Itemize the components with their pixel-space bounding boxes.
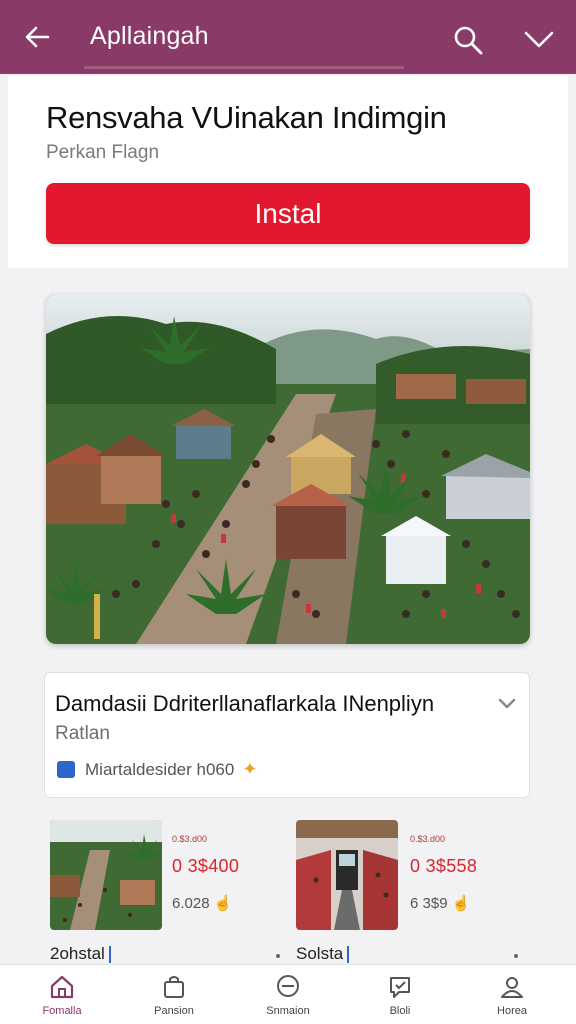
- bottom-navigation: Fomalla Pansion Snmaion Bloli Horea: [0, 964, 576, 1024]
- item-price: 0 3$400: [172, 856, 240, 876]
- profile-icon: [501, 977, 523, 998]
- nav-item-pansion[interactable]: Pansion: [124, 973, 224, 1023]
- app-info-card[interactable]: Damdasii Ddriterllanaflarkala INenpliyn …: [44, 672, 530, 798]
- info-subtitle: Ratlan: [55, 723, 110, 744]
- nav-item-horea[interactable]: Horea: [462, 973, 562, 1023]
- separator-dot: [514, 954, 518, 958]
- nav-label: Horea: [497, 1005, 527, 1017]
- nav-label: Fomalla: [42, 1005, 82, 1017]
- app-name: Rensvaha VUinakan Indimgin: [46, 100, 447, 135]
- publisher-name[interactable]: Perkan Flagn: [46, 142, 159, 164]
- app-header-card: Rensvaha VUinakan Indimgin Perkan Flagn …: [8, 76, 568, 268]
- item-thumbnail: [296, 820, 398, 930]
- nav-item-snmaion[interactable]: Snmaion: [238, 973, 338, 1023]
- nav-item-bloli[interactable]: Bloli: [350, 973, 450, 1023]
- item-thumbnail: [50, 820, 162, 930]
- expand-chevron-icon[interactable]: [497, 697, 517, 711]
- item-count: 6.028 ☝: [172, 895, 233, 912]
- nav-label: Bloli: [389, 1005, 411, 1017]
- hero-screenshot-image[interactable]: [46, 294, 530, 644]
- separator-dot: [276, 954, 280, 958]
- village-market-illustration: [46, 294, 530, 644]
- rating-badge-icon: [57, 761, 75, 778]
- nav-label: Pansion: [154, 1005, 194, 1017]
- install-button[interactable]: Instal: [46, 183, 530, 244]
- chevron-down-icon[interactable]: [522, 24, 556, 54]
- list-item[interactable]: 0.$3.d00 0 3$400 6.028 ☝ 2ohstal: [50, 820, 290, 964]
- nav-label: Snmaion: [266, 1005, 310, 1017]
- item-price: 0 3$558: [410, 856, 478, 876]
- clap-icon: ✦: [242, 759, 258, 779]
- chat-icon: [277, 975, 299, 997]
- clap-icon: ☝: [213, 895, 233, 912]
- item-price-small: 0.$3.d00: [410, 834, 446, 844]
- message-icon: [390, 977, 410, 998]
- bag-icon: [164, 976, 184, 998]
- nav-item-home[interactable]: Fomalla: [12, 973, 112, 1023]
- item-caption: Solsta: [296, 944, 350, 964]
- clap-icon: ☝: [451, 895, 471, 912]
- app-bar-title: Apllaingah: [90, 22, 209, 50]
- list-item[interactable]: 0.$3.d00 0 3$558 6 3$9 ☝ Solsta: [296, 820, 536, 964]
- app-bar-divider: [84, 66, 404, 69]
- info-meta-text: Miartaldesider h060: [85, 759, 235, 779]
- top-app-bar: Apllaingah: [0, 0, 576, 74]
- info-meta-row: Miartaldesider h060 ✦: [57, 759, 257, 780]
- back-arrow-icon[interactable]: [22, 22, 52, 52]
- item-count: 6 3$9 ☝: [410, 895, 471, 912]
- item-price-small: 0.$3.d00: [172, 834, 208, 844]
- home-icon: [50, 975, 74, 999]
- info-title: Damdasii Ddriterllanaflarkala INenpliyn: [55, 691, 435, 716]
- item-caption: 2ohstal: [50, 944, 111, 964]
- search-icon[interactable]: [452, 24, 484, 56]
